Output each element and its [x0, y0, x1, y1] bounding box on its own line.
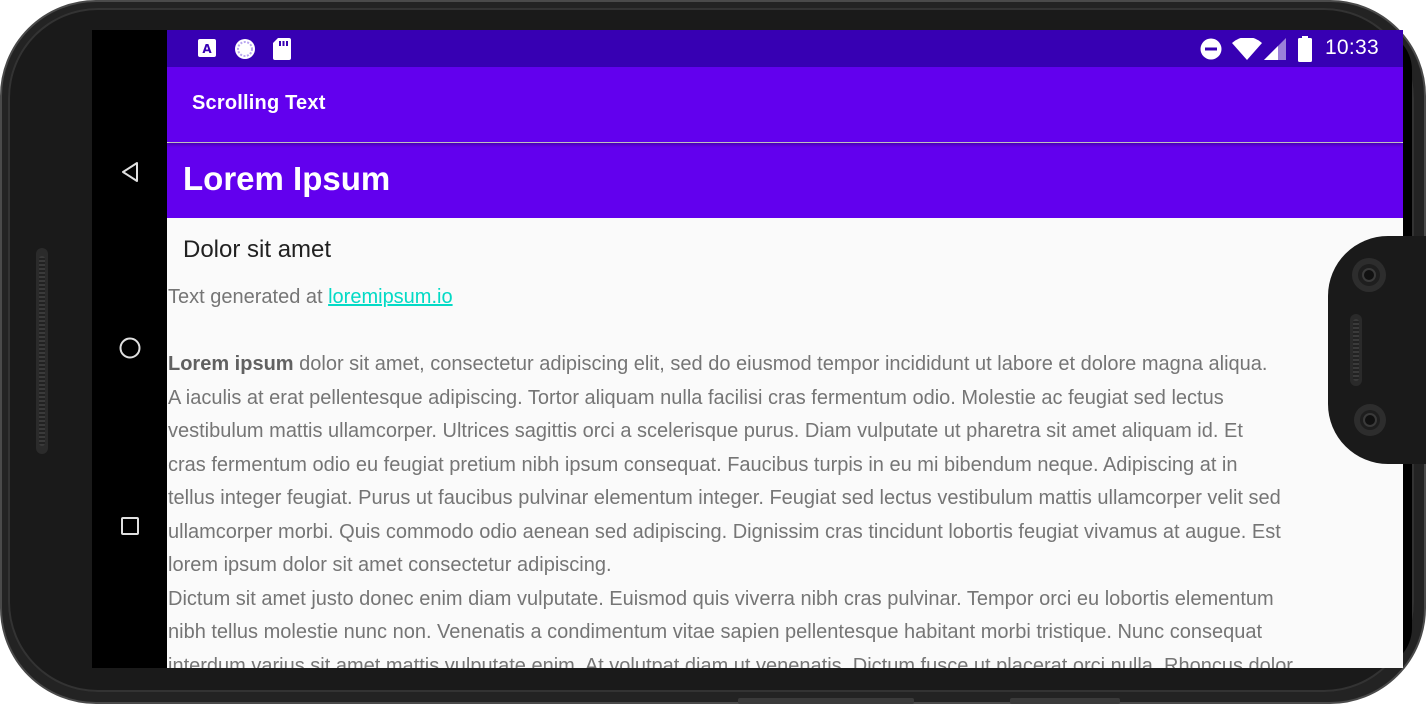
article-line: interdum varius sit amet mattis vulputat…	[168, 654, 1293, 669]
article-line: lorem ipsum dolor sit amet consectetur a…	[168, 554, 612, 576]
volume-button	[738, 698, 914, 704]
article-line: nibh tellus molestie nunc non. Venenatis…	[168, 621, 1263, 643]
article-line: cras fermentum odio eu feugiat pretium n…	[168, 453, 1238, 476]
article-line: tellus integer feugiat. Purus ut faucibu…	[168, 487, 1281, 509]
home-icon[interactable]	[118, 336, 142, 360]
article-line: ullamcorper morbi. Quis commodo odio aen…	[168, 520, 1281, 543]
back-icon[interactable]	[118, 160, 142, 184]
credit-link[interactable]: loremipsum.io	[328, 286, 452, 308]
app-title: Scrolling Text	[192, 92, 326, 114]
article-line-text: dolor sit amet, consectetur adipiscing e…	[293, 353, 1268, 375]
navigation-bar	[92, 30, 167, 668]
article-heading: Lorem Ipsum	[183, 160, 391, 197]
article-subheading: Dolor sit amet	[183, 236, 332, 263]
article-line: Dictum sit amet justo donec enim diam vu…	[168, 587, 1274, 610]
heading-banner: Lorem Ipsum	[167, 143, 1403, 218]
status-bar: A 10:33	[167, 30, 1403, 67]
battery-icon	[1298, 36, 1312, 62]
credit-prefix: Text generated at	[168, 286, 329, 308]
earpiece-speaker	[1350, 314, 1362, 386]
do-not-disturb-icon	[1200, 38, 1222, 60]
cellular-signal-icon	[1264, 38, 1286, 60]
article-body[interactable]: Lorem ipsum dolor sit amet, consectetur …	[168, 348, 1398, 668]
speaker-grille	[36, 248, 48, 454]
app-bar: Scrolling Text	[167, 67, 1403, 142]
credit-line: Text generated at loremipsum.io	[168, 286, 453, 309]
front-camera-icon	[1352, 258, 1386, 292]
article-line: Lorem ipsum dolor sit amet, consectetur …	[168, 348, 1398, 382]
status-time: 10:33	[1324, 36, 1379, 59]
sync-circle-icon	[235, 39, 255, 59]
app-screen: A 10:33 Scrolling Text Lorem Ipsum Dolor…	[167, 30, 1403, 668]
svg-text:A: A	[202, 42, 212, 56]
recents-icon[interactable]	[118, 514, 142, 538]
article-line: A iaculis at erat pellentesque adipiscin…	[168, 386, 1224, 409]
front-sensor-icon	[1354, 404, 1386, 436]
text-input-a-icon: A	[198, 39, 216, 57]
sd-card-icon	[273, 38, 291, 60]
wifi-icon	[1232, 38, 1262, 60]
article-line: vestibulum mattis ullamcorper. Ultrices …	[168, 420, 1243, 442]
article-bold-lead: Lorem ipsum	[168, 353, 294, 375]
power-button	[1010, 698, 1120, 704]
